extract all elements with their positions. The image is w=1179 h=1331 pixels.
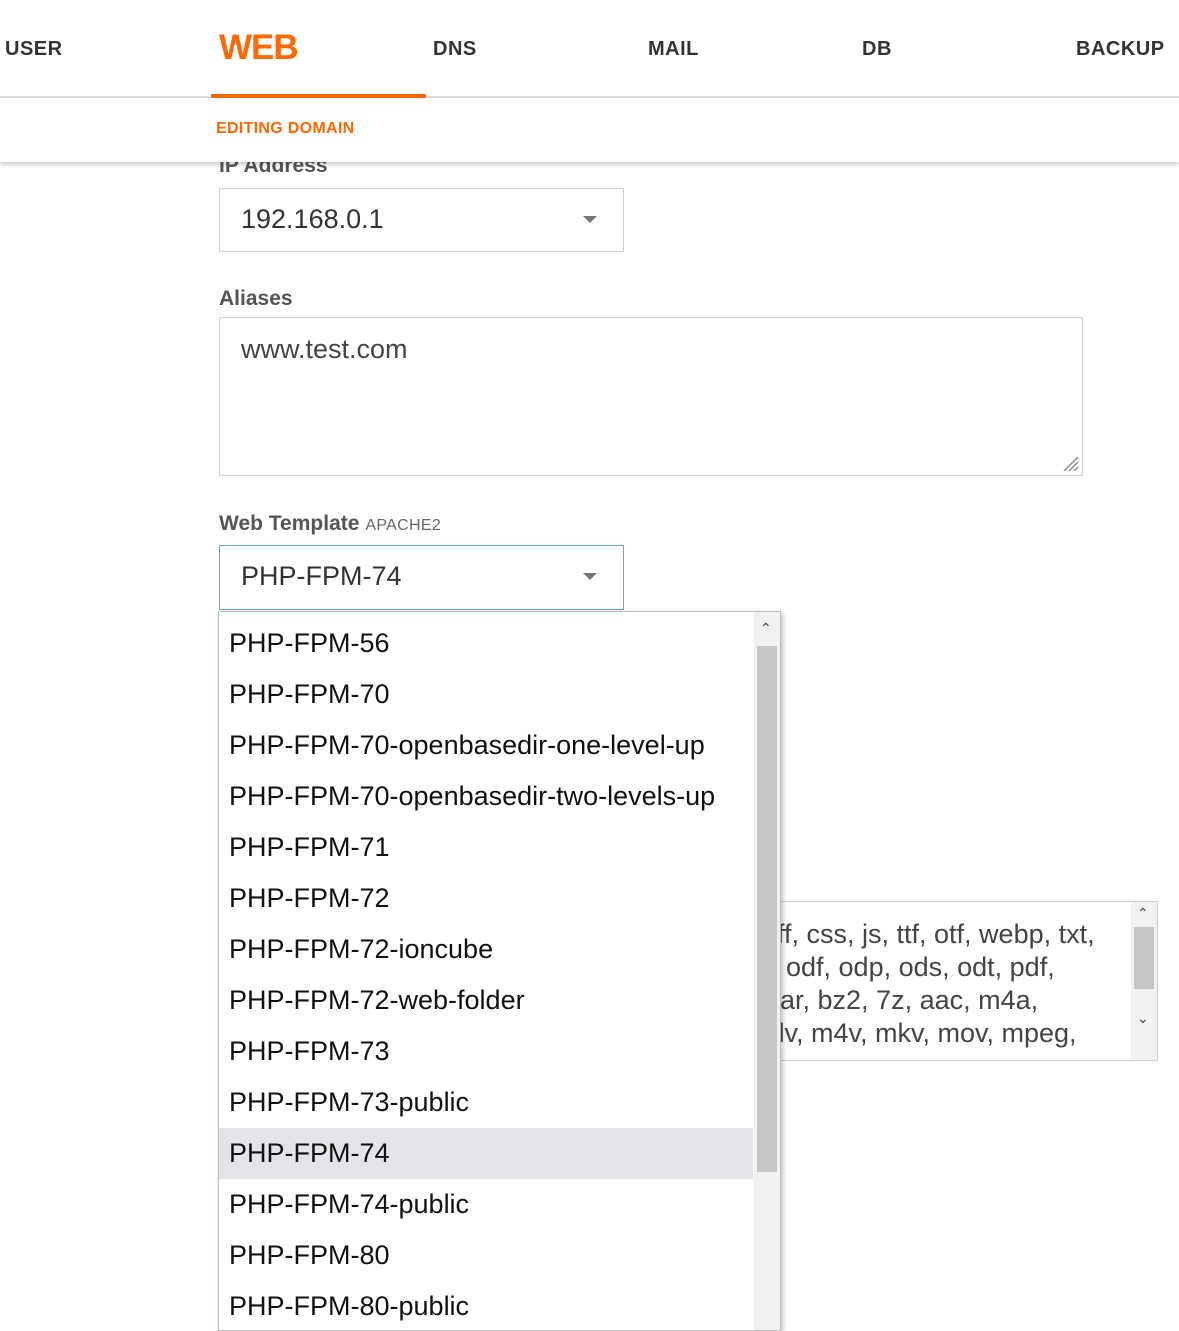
tab-label: BACKUP [1076,38,1165,60]
dropdown-option[interactable]: PHP-FPM-72 [219,873,753,924]
web-template-label: Web Template APACHE2 [219,512,441,536]
tab-web[interactable]: WEB [211,0,426,98]
dropdown-option[interactable]: PHP-FPM-74-public [219,1179,753,1230]
tab-label: MAIL [648,38,699,60]
dropdown-option[interactable]: PHP-FPM-72-web-folder [219,975,753,1026]
dropdown-option[interactable]: PHP-FPM-70-openbasedir-two-levels-up [219,771,753,822]
tab-label: DNS [433,38,477,60]
tab-label: DB [862,38,892,60]
tab-label: USER [5,38,63,60]
caret-down-icon [583,573,597,580]
extensions-line: rar, bz2, 7z, aac, m4a, [771,985,1039,1015]
tab-user[interactable]: USER [5,0,85,96]
dropdown-option[interactable]: PHP-FPM-70 [219,669,753,720]
dropdown-option[interactable]: PHP-FPM-73-public [219,1077,753,1128]
aliases-textarea[interactable]: www.test.com [219,317,1083,476]
scrollbar-thumb[interactable] [1134,927,1154,989]
aliases-value: www.test.com [241,334,408,364]
tab-dns[interactable]: DNS [433,0,513,96]
tab-db[interactable]: DB [862,0,922,96]
aliases-label: Aliases [219,287,293,310]
top-navigation: USER WEB DNS MAIL DB BACKUP [0,0,1179,98]
extensions-line: , odf, odp, ods, odt, pdf, [771,952,1055,982]
extensions-line: iff, css, js, ttf, otf, webp, txt, [771,919,1095,949]
sub-toolbar: EDITING DOMAIN [0,98,1179,162]
breadcrumb: EDITING DOMAIN [216,120,355,137]
resize-grip-icon[interactable] [1061,454,1079,472]
dropdown-option[interactable]: PHP-FPM-70-openbasedir-one-level-up [219,720,753,771]
dropdown-option[interactable]: PHP-FPM-71 [219,822,753,873]
dropdown-option[interactable]: PHP-FPM-56 [219,618,753,669]
dropdown-scrollbar[interactable]: ⌃ [754,612,780,1330]
extensions-textarea[interactable]: iff, css, js, ttf, otf, webp, txt, , odf… [760,901,1158,1061]
dropdown-option-selected[interactable]: PHP-FPM-74 [219,1128,753,1179]
web-template-value: PHP-FPM-74 [241,561,402,591]
extensions-text: iff, css, js, ttf, otf, webp, txt, , odf… [771,918,1131,1050]
tab-backup[interactable]: BACKUP [1076,0,1176,96]
web-template-select[interactable]: PHP-FPM-74 [219,545,624,610]
tab-label: WEB [219,28,299,67]
scrollbar-thumb[interactable] [757,646,777,1172]
extensions-scrollbar[interactable]: ⌃ ⌄ [1131,902,1157,1060]
ip-address-select[interactable]: 192.168.0.1 [219,188,624,252]
scroll-up-icon[interactable]: ⌃ [760,620,772,637]
web-template-label-text: Web Template [219,512,360,535]
scroll-up-icon[interactable]: ⌃ [1137,905,1149,922]
ip-address-label: IP Address [219,162,328,177]
web-template-dropdown: PHP-FPM-56 PHP-FPM-70 PHP-FPM-70-openbas… [218,611,781,1331]
dropdown-option[interactable]: PHP-FPM-80 [219,1230,753,1281]
web-template-hint: APACHE2 [365,517,442,534]
ip-address-value: 192.168.0.1 [241,204,384,234]
scroll-down-icon[interactable]: ⌄ [1137,1010,1149,1027]
caret-down-icon [583,216,597,223]
dropdown-option[interactable]: PHP-FPM-72-ioncube [219,924,753,975]
dropdown-option[interactable]: PHP-FPM-73 [219,1026,753,1077]
extensions-line: flv, m4v, mkv, mov, mpeg, [771,1018,1077,1048]
dropdown-option[interactable]: PHP-FPM-80-public [219,1281,753,1330]
tab-mail[interactable]: MAIL [648,0,728,96]
